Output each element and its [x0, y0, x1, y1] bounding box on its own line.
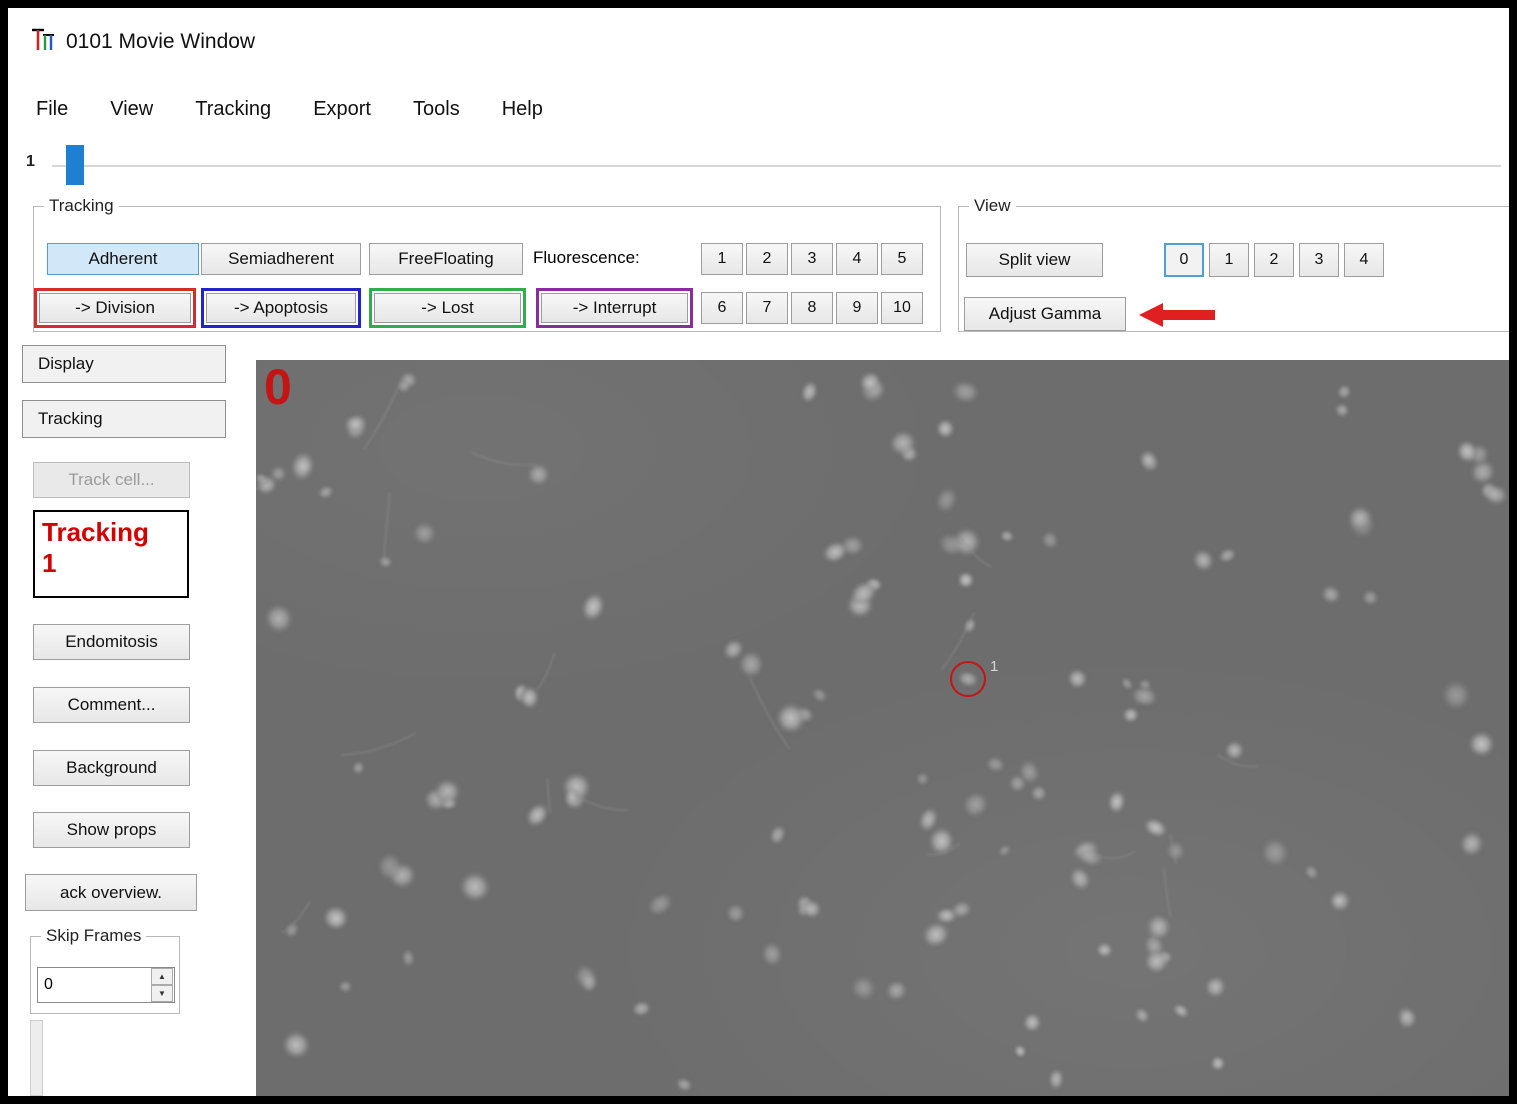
fluorescence-button-7[interactable]: 7 — [746, 292, 788, 324]
fluorescence-button-1[interactable]: 1 — [701, 243, 743, 275]
tracking-status-box: Tracking 1 — [33, 510, 189, 598]
spinner-down-icon[interactable]: ▼ — [151, 985, 173, 1002]
endomitosis-button[interactable]: Endomitosis — [33, 624, 190, 660]
window-title: 0101 Movie Window — [66, 30, 255, 54]
split-view-button[interactable]: Split view — [966, 243, 1103, 277]
view-groupbox: View Split view 0 1 2 3 4 Adjust Gamma — [958, 206, 1509, 332]
tracking-groupbox: Tracking Adherent Semiadherent FreeFloat… — [33, 206, 941, 332]
fluorescence-button-2[interactable]: 2 — [746, 243, 788, 275]
skip-frames-spinner: ▲ ▼ — [37, 967, 175, 1003]
menu-item-export[interactable]: Export — [311, 96, 373, 123]
view-index-button-1[interactable]: 1 — [1209, 243, 1249, 277]
apoptosis-button[interactable]: -> Apoptosis — [206, 293, 356, 323]
semiadherent-button[interactable]: Semiadherent — [201, 243, 361, 275]
background-button[interactable]: Background — [33, 750, 190, 786]
microscopy-cells — [256, 360, 1509, 1096]
fluorescence-button-3[interactable]: 3 — [791, 243, 833, 275]
adjust-gamma-button[interactable]: Adjust Gamma — [964, 297, 1126, 331]
menu-item-view[interactable]: View — [108, 96, 155, 123]
titlebar: 0101 Movie Window — [30, 24, 255, 60]
sidebar-scrollbar[interactable] — [30, 1020, 43, 1096]
tracking-status-line1: Tracking — [42, 517, 180, 548]
view-index-button-4[interactable]: 4 — [1344, 243, 1384, 277]
fluorescence-label: Fluorescence: — [533, 248, 640, 268]
freefloating-button[interactable]: FreeFloating — [369, 243, 523, 275]
view-index-button-0[interactable]: 0 — [1164, 243, 1204, 277]
adherent-button[interactable]: Adherent — [47, 243, 199, 275]
menubar: File View Tracking Export Tools Help — [34, 92, 545, 126]
app-icon — [30, 26, 54, 59]
fluorescence-button-5[interactable]: 5 — [881, 243, 923, 275]
lost-button[interactable]: -> Lost — [374, 293, 521, 323]
comment-button[interactable]: Comment... — [33, 687, 190, 723]
movie-window: 0101 Movie Window File View Tracking Exp… — [0, 0, 1517, 1104]
spinner-up-icon[interactable]: ▲ — [151, 968, 173, 985]
tracked-cell-label: 1 — [990, 658, 998, 675]
tracked-cell-marker — [950, 661, 986, 697]
track-cell-button[interactable]: Track cell... — [33, 462, 190, 498]
fluorescence-button-4[interactable]: 4 — [836, 243, 878, 275]
menu-item-tracking[interactable]: Tracking — [193, 96, 273, 123]
lost-annotation-box: -> Lost — [369, 288, 526, 328]
menu-item-tools[interactable]: Tools — [411, 96, 462, 123]
fluorescence-button-8[interactable]: 8 — [791, 292, 833, 324]
menu-item-file[interactable]: File — [34, 96, 70, 123]
skip-frames-label: Skip Frames — [41, 926, 146, 946]
tab-tracking[interactable]: Tracking — [22, 400, 226, 438]
view-index-button-2[interactable]: 2 — [1254, 243, 1294, 277]
view-groupbox-label: View — [969, 196, 1016, 216]
red-arrow-icon — [1139, 303, 1215, 327]
tracking-status-line2: 1 — [42, 548, 180, 579]
fluorescence-button-10[interactable]: 10 — [881, 292, 923, 324]
slider-handle[interactable] — [66, 145, 84, 185]
show-props-button[interactable]: Show props — [33, 812, 190, 848]
view-index-button-3[interactable]: 3 — [1299, 243, 1339, 277]
division-annotation-box: -> Division — [34, 288, 196, 328]
tracking-groupbox-label: Tracking — [44, 196, 119, 216]
track-overview-button[interactable]: ack overview. — [25, 874, 197, 911]
interrupt-annotation-box: -> Interrupt — [536, 288, 693, 328]
tab-display[interactable]: Display — [22, 345, 226, 383]
apoptosis-annotation-box: -> Apoptosis — [201, 288, 361, 328]
movie-canvas[interactable]: 0 1 — [256, 360, 1509, 1096]
fluorescence-button-6[interactable]: 6 — [701, 292, 743, 324]
division-button[interactable]: -> Division — [39, 293, 191, 323]
frame-index-label: 0 — [264, 360, 292, 416]
slider-position-label: 1 — [26, 153, 35, 171]
interrupt-button[interactable]: -> Interrupt — [541, 293, 688, 323]
slider-groove[interactable] — [52, 165, 1501, 167]
skip-frames-groupbox: Skip Frames ▲ ▼ — [30, 936, 180, 1014]
frame-slider: 1 — [26, 142, 1504, 188]
fluorescence-button-9[interactable]: 9 — [836, 292, 878, 324]
menu-item-help[interactable]: Help — [500, 96, 545, 123]
